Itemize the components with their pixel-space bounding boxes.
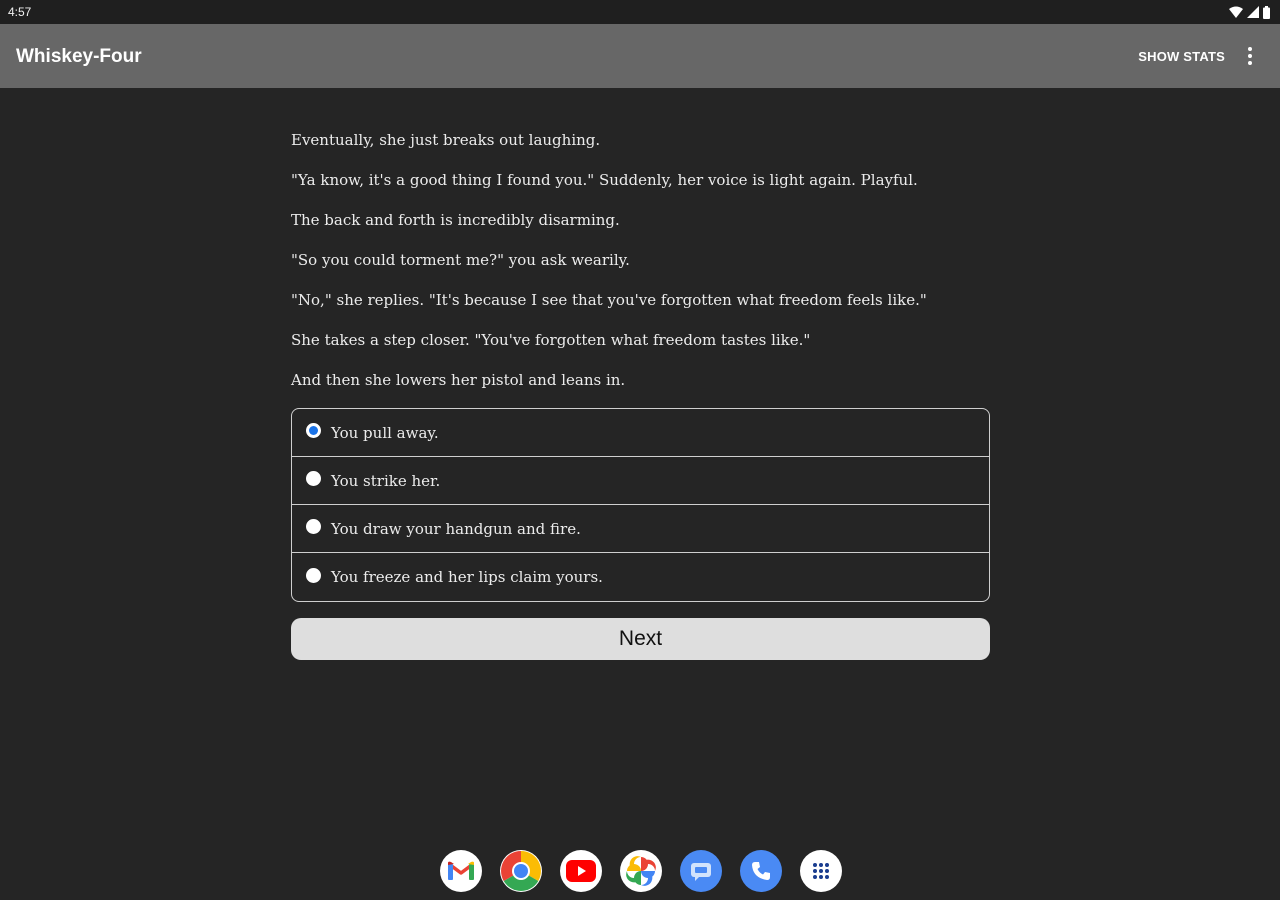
story-paragraph: And then she lowers her pistol and leans… (291, 371, 626, 389)
choice-label: You strike her. (331, 471, 441, 490)
app-drawer-icon[interactable] (800, 850, 842, 892)
status-time: 4:57 (8, 5, 32, 19)
story-paragraph: The back and forth is incredibly disarmi… (291, 211, 620, 229)
story-text: Eventually, she just breaks out laughing… (291, 128, 991, 408)
story-paragraph: "So you could torment me?" you ask weari… (291, 251, 630, 269)
choice-option-pull-away[interactable]: You pull away. (292, 409, 989, 457)
gmail-icon[interactable] (440, 850, 482, 892)
radio-icon[interactable] (306, 471, 321, 486)
overflow-menu-icon[interactable] (1240, 46, 1260, 66)
chrome-icon[interactable] (500, 850, 542, 892)
battery-icon (1263, 5, 1270, 19)
phone-icon[interactable] (740, 850, 782, 892)
radio-icon[interactable] (306, 519, 321, 534)
story-paragraph: "No," she replies. "It's because I see t… (291, 291, 927, 309)
next-button[interactable]: Next (291, 618, 990, 660)
story-paragraph: "Ya know, it's a good thing I found you.… (291, 171, 918, 189)
choice-option-freeze[interactable]: You freeze and her lips claim yours. (292, 553, 989, 601)
choice-label: You freeze and her lips claim yours. (331, 568, 603, 586)
choice-label: You draw your handgun and fire. (331, 519, 581, 538)
story-paragraph: Eventually, she just breaks out laughing… (291, 131, 601, 149)
story-paragraph: She takes a step closer. "You've forgott… (291, 331, 811, 349)
show-stats-button[interactable]: SHOW STATS (1138, 49, 1225, 64)
app-bar: Whiskey-Four SHOW STATS (0, 24, 1280, 88)
radio-icon[interactable] (306, 567, 321, 583)
wifi-icon (1229, 6, 1243, 18)
photos-icon[interactable] (620, 850, 662, 892)
choice-option-strike[interactable]: You strike her. (292, 457, 989, 505)
status-bar: 4:57 (0, 0, 1280, 24)
app-dock (440, 850, 842, 892)
signal-icon (1247, 6, 1259, 18)
app-title: Whiskey-Four (16, 46, 142, 67)
messages-icon[interactable] (680, 850, 722, 892)
status-icons (1229, 5, 1270, 19)
choice-option-fire[interactable]: You draw your handgun and fire. (292, 505, 989, 553)
radio-selected-icon[interactable] (306, 423, 321, 438)
choice-list: You pull away. You strike her. You draw … (291, 408, 990, 602)
choice-label: You pull away. (331, 423, 439, 442)
youtube-icon[interactable] (560, 850, 602, 892)
